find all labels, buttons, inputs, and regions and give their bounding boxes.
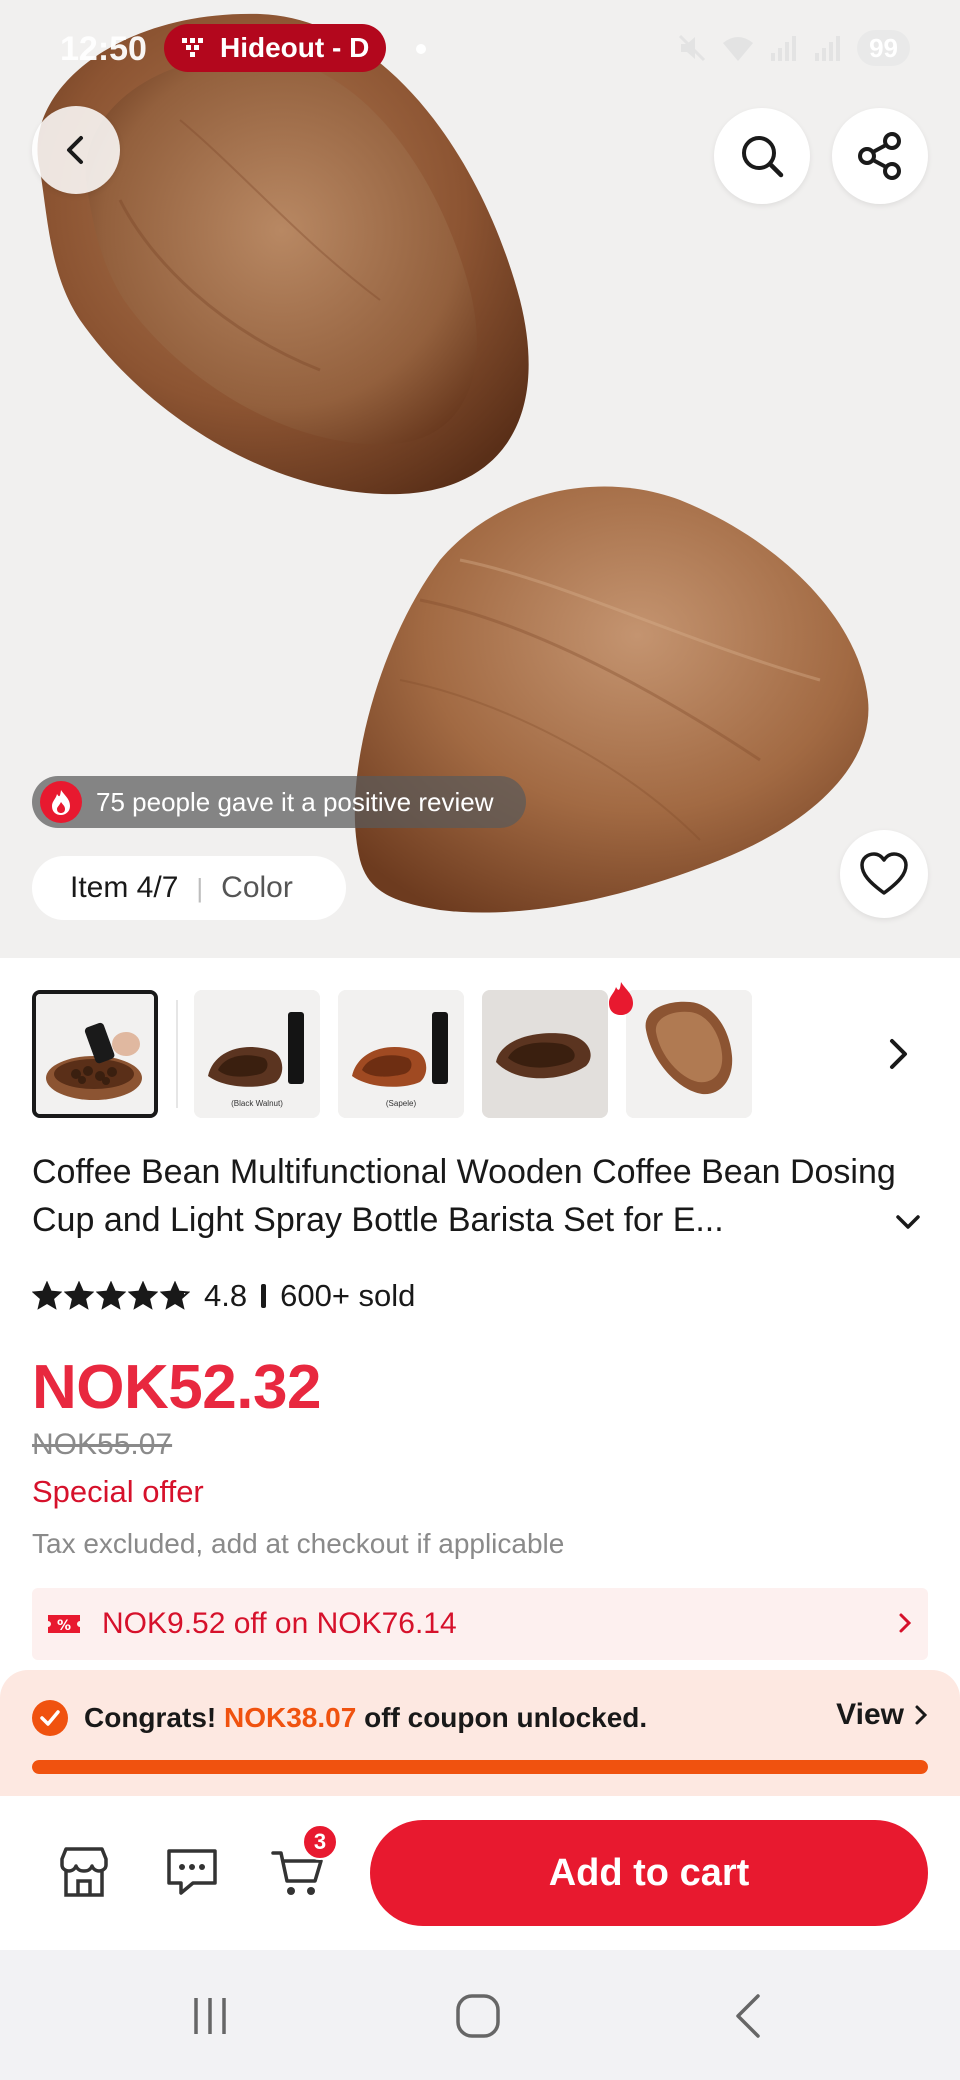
- flame-icon: [609, 982, 633, 1015]
- status-icons: 99: [677, 30, 910, 66]
- star-rating: [32, 1281, 190, 1311]
- current-price: NOK52.32: [32, 1353, 321, 1422]
- home-icon: [456, 1994, 500, 2038]
- thumbnail-4[interactable]: [482, 990, 608, 1118]
- check-circle-icon: [32, 1700, 68, 1736]
- thumbnail-5[interactable]: [626, 990, 752, 1118]
- search-button[interactable]: [714, 108, 810, 204]
- product-title: Coffee Bean Multifunctional Wooden Coffe…: [32, 1153, 896, 1239]
- back-arrow-icon: [736, 1994, 760, 2038]
- coupon-unlocked-banner: Congrats! NOK38.07 off coupon unlocked. …: [0, 1670, 960, 1796]
- thumbnail-strip: (Black Walnut) (Sapele): [32, 982, 928, 1118]
- search-icon: [742, 136, 784, 178]
- special-offer-label: Special offer: [32, 1474, 204, 1509]
- chat-button[interactable]: [156, 1836, 228, 1908]
- cart-count-badge: 3: [302, 1824, 338, 1860]
- add-to-cart-button[interactable]: Add to cart: [370, 1820, 928, 1926]
- chat-icon: [167, 1849, 217, 1895]
- now-playing-chip[interactable]: Hideout - D: [164, 24, 386, 72]
- thumbnail-image: [482, 990, 608, 1118]
- bottom-action-bar: 3 Add to cart: [0, 1796, 960, 1950]
- chevron-right-icon: [899, 1613, 912, 1633]
- store-coupon-bar[interactable]: % NOK9.52 off on NOK76.14: [32, 1588, 928, 1660]
- thumbnail-image: [626, 990, 752, 1118]
- store-icon: [60, 1847, 108, 1897]
- thumbnail-1[interactable]: [32, 990, 158, 1118]
- view-coupon-link[interactable]: View: [836, 1698, 928, 1732]
- star-icon: [32, 1281, 62, 1310]
- sold-count: 600+ sold: [280, 1278, 416, 1313]
- congrats-suffix: off coupon unlocked.: [364, 1702, 648, 1733]
- chevron-left-icon: [67, 136, 83, 164]
- rating-value: 4.8: [204, 1278, 248, 1313]
- rating-separator: [261, 1284, 267, 1308]
- chevron-right-icon: [915, 1705, 928, 1725]
- wifi-icon: [723, 37, 754, 61]
- wishlist-button[interactable]: [840, 830, 928, 918]
- svg-text:%: %: [57, 1618, 71, 1634]
- back-button[interactable]: [32, 106, 120, 194]
- recent-apps-button[interactable]: [170, 1986, 250, 2046]
- heart-outline-icon: [860, 852, 908, 895]
- now-playing-label: Hideout - D: [220, 32, 370, 63]
- product-image-gallery[interactable]: 12:50 Hideout - D 99 75 people gave it a…: [0, 0, 960, 958]
- coupon-progress-fill: [32, 1760, 928, 1774]
- store-button[interactable]: [48, 1836, 120, 1908]
- flame-icon: [40, 781, 82, 823]
- view-label: View: [836, 1698, 904, 1731]
- coupon-text: NOK9.52 off on NOK76.14: [102, 1607, 457, 1640]
- congrats-prefix: Congrats!: [84, 1702, 217, 1733]
- tax-note: Tax excluded, add at checkout if applica…: [32, 1528, 565, 1559]
- status-time: 12:50: [60, 30, 147, 68]
- notification-dot: [416, 44, 426, 54]
- star-icon: [128, 1281, 158, 1310]
- status-bar: 12:50 Hideout - D 99: [0, 0, 960, 96]
- thumbnail-caption: (Black Walnut): [231, 1099, 283, 1108]
- thumbnail-image: [36, 994, 154, 1114]
- thumbnail-caption: (Sapele): [385, 1099, 417, 1108]
- positive-review-banner: 75 people gave it a positive review: [32, 776, 526, 828]
- cart-button[interactable]: 3: [262, 1824, 338, 1908]
- mute-icon: [679, 34, 706, 62]
- review-text: 75 people gave it a positive review: [96, 786, 494, 817]
- system-back-button[interactable]: [708, 1986, 788, 2046]
- coupon-icon: %: [48, 1615, 80, 1634]
- rating-row[interactable]: 4.8 600+ sold: [32, 1272, 415, 1320]
- thumbnail-divider: [176, 1000, 178, 1108]
- star-icon: [160, 1281, 190, 1310]
- battery-level: 99: [869, 32, 898, 63]
- chevron-right-icon: [890, 1039, 907, 1069]
- recent-apps-icon: [194, 1998, 226, 2034]
- share-icon: [858, 132, 901, 180]
- coupon-progress-bar: [32, 1760, 928, 1774]
- item-counter: Item 4/7: [70, 871, 179, 904]
- expand-title-chevron-down-icon[interactable]: [894, 1212, 922, 1232]
- system-navigation-bar: [0, 1950, 960, 2080]
- thumbnail-2[interactable]: (Black Walnut): [194, 990, 320, 1118]
- signal-icon: [771, 36, 797, 61]
- thumbnails-next-button[interactable]: [868, 1024, 928, 1084]
- star-icon: [64, 1281, 94, 1310]
- congrats-amount: NOK38.07: [224, 1702, 357, 1733]
- color-label: Color: [221, 871, 293, 904]
- original-price: NOK55.07: [32, 1428, 173, 1461]
- star-icon: [96, 1281, 126, 1310]
- music-app-icon: [182, 38, 203, 57]
- battery-indicator: 99: [857, 30, 910, 66]
- item-counter-pill[interactable]: Item 4/7 | Color: [32, 856, 346, 920]
- pill-separator: |: [196, 872, 204, 903]
- thumbnail-3[interactable]: (Sapele): [338, 990, 464, 1118]
- home-button[interactable]: [438, 1986, 518, 2046]
- signal-icon-2: [815, 36, 841, 61]
- share-button[interactable]: [832, 108, 928, 204]
